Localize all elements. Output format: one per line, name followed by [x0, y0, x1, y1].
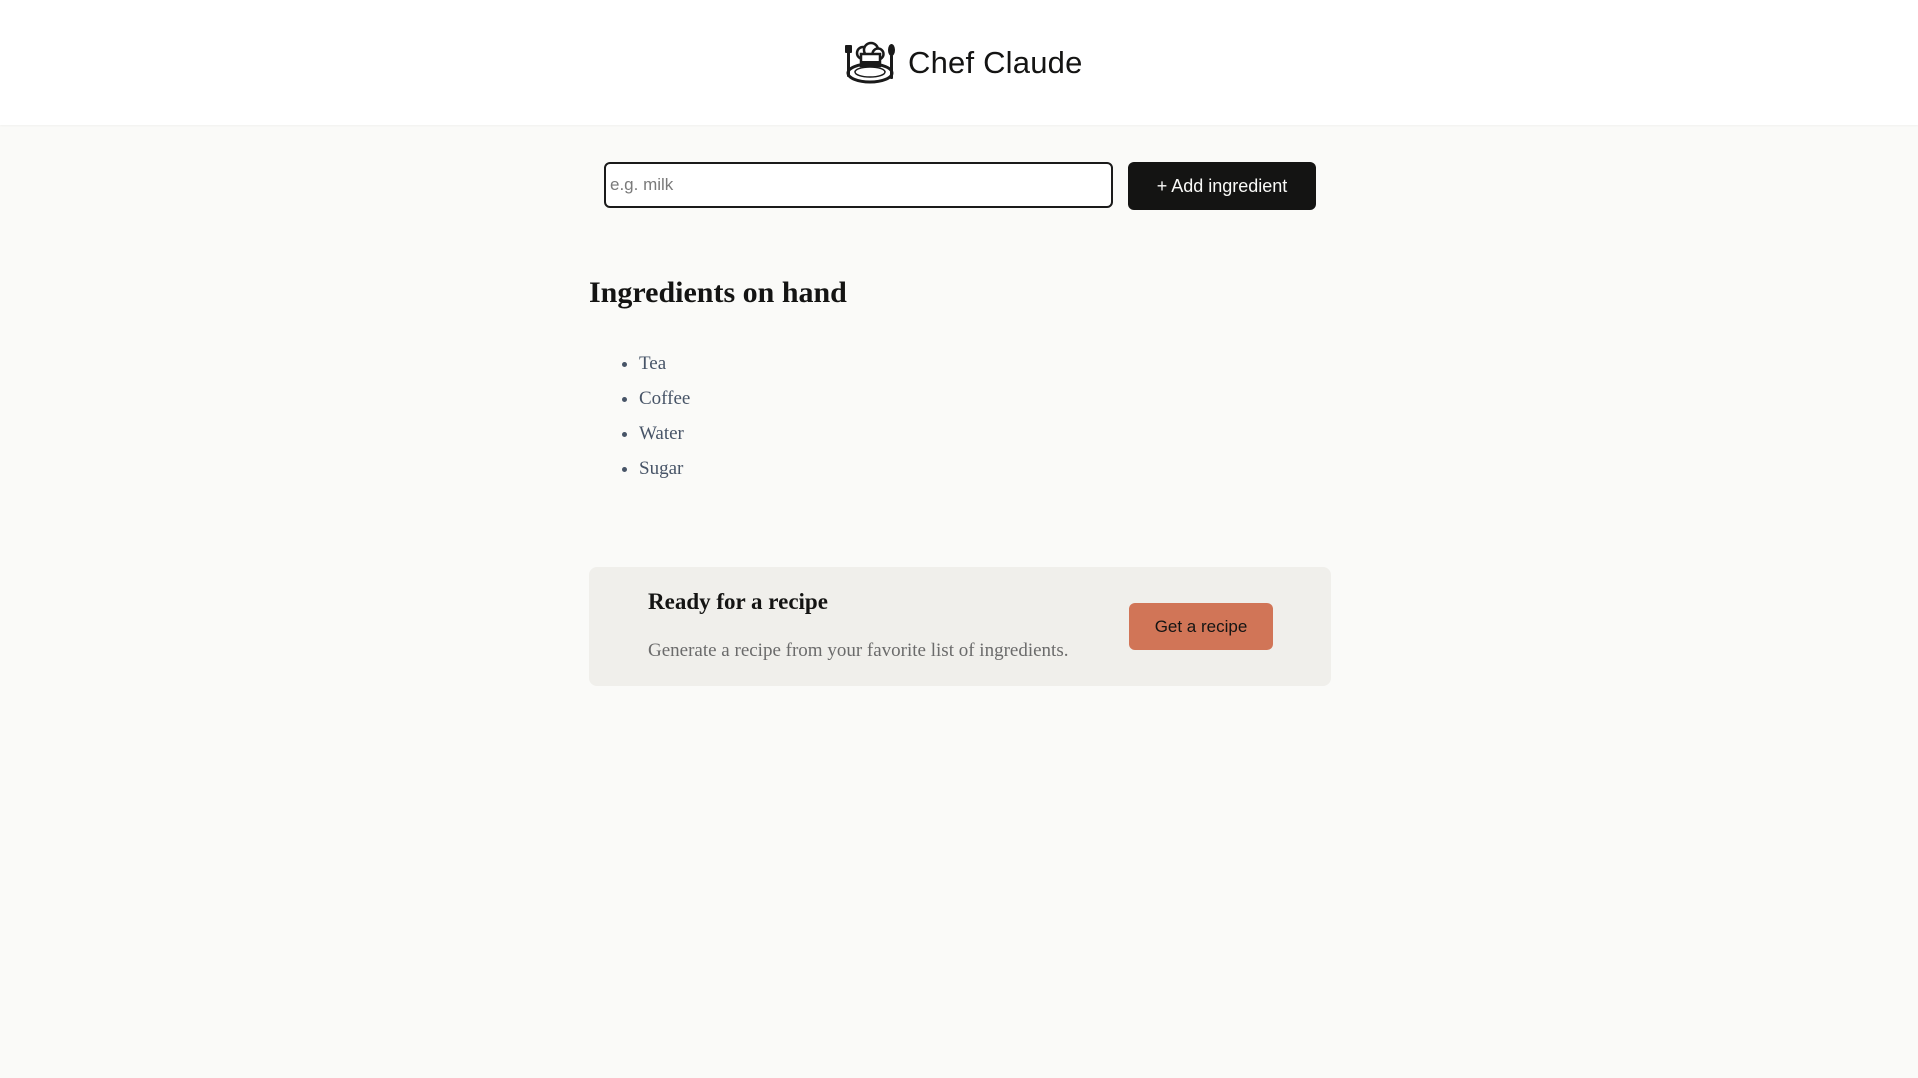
- brand: Chef Claude: [844, 38, 1083, 88]
- app-title: Chef Claude: [908, 45, 1083, 80]
- card-description: Generate a recipe from your favorite lis…: [648, 640, 1069, 661]
- add-ingredient-form: + Add ingredient: [604, 162, 1316, 210]
- get-recipe-button[interactable]: Get a recipe: [1129, 603, 1273, 650]
- get-recipe-card: Ready for a recipe Generate a recipe fro…: [589, 567, 1331, 686]
- list-item: Sugar: [639, 451, 690, 486]
- ingredient-list: Tea Coffee Water Sugar: [589, 346, 690, 486]
- app-header: Chef Claude: [0, 0, 1918, 125]
- ingredients-heading: Ingredients on hand: [589, 276, 847, 309]
- list-item: Water: [639, 416, 690, 451]
- card-title: Ready for a recipe: [648, 589, 828, 614]
- add-ingredient-button[interactable]: + Add ingredient: [1128, 162, 1316, 210]
- list-item: Tea: [639, 346, 690, 381]
- list-item: Coffee: [639, 381, 690, 416]
- ingredient-input[interactable]: [604, 162, 1113, 208]
- chef-hat-icon: [845, 41, 895, 84]
